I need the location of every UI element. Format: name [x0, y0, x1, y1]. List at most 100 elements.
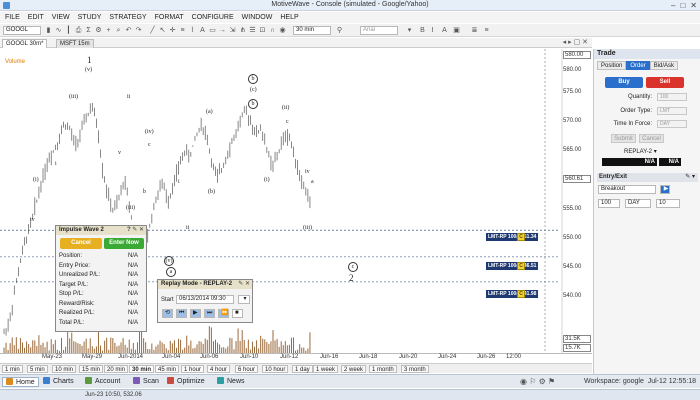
timeframe-10-min[interactable]: 10 min	[52, 365, 77, 373]
wave-label[interactable]: 1	[87, 55, 92, 65]
menu-file[interactable]: FILE	[5, 12, 20, 23]
panel-tools-icon[interactable]: ✎ ✕	[238, 280, 250, 289]
replay-step-icon[interactable]: ⏭	[204, 309, 215, 318]
wave-label[interactable]: i	[55, 161, 57, 167]
cancel-order-button[interactable]: Cancel	[639, 134, 664, 143]
tab-msft[interactable]: MSFT 15m	[56, 39, 94, 48]
menu-strategy[interactable]: STRATEGY	[109, 12, 146, 23]
wave-label[interactable]: b	[143, 189, 146, 195]
buy-button[interactable]: Buy	[605, 77, 643, 88]
crosshair-icon[interactable]: ✛	[168, 26, 177, 35]
settings-icon[interactable]: ⚙	[94, 26, 103, 35]
text-tool-icon[interactable]: A	[198, 26, 207, 35]
chart-options-icon[interactable]: ☰	[248, 26, 257, 35]
replay-play-icon[interactable]: ▶	[190, 309, 201, 318]
tab-bid-ask[interactable]: Bid/Ask	[649, 61, 679, 70]
draw-line-icon[interactable]: ╱	[148, 26, 157, 35]
arrow-icon[interactable]: →	[218, 26, 227, 35]
timeframe-4-hour[interactable]: 4 hour	[207, 365, 231, 373]
entry-ticks-field[interactable]: 10	[656, 199, 680, 208]
timeframe-1-week[interactable]: 1 week	[313, 365, 339, 373]
wave-label-circle[interactable]: a	[166, 267, 176, 277]
timeframe-10-hour[interactable]: 10 hour	[262, 365, 289, 373]
pitchfork-icon[interactable]: ⋔	[238, 26, 247, 35]
plus-icon[interactable]: +	[104, 26, 113, 35]
align-left-icon[interactable]: ≣	[470, 26, 479, 35]
italic-icon[interactable]: I	[428, 26, 437, 35]
order-cancel-icon[interactable]: C	[517, 233, 525, 241]
bold-icon[interactable]: B	[418, 26, 427, 35]
wave-label[interactable]: (v)	[85, 67, 92, 73]
cancel-button[interactable]: Cancel	[60, 238, 102, 249]
magnet-icon[interactable]: ∩	[268, 26, 277, 35]
timeframe-1-month[interactable]: 1 month	[369, 365, 397, 373]
zoom-icon[interactable]: ⌕	[114, 26, 123, 35]
account-select[interactable]: REPLAY-2 ▾	[624, 148, 657, 155]
order-type-select[interactable]: LMT	[657, 107, 687, 115]
strategy-select[interactable]: Breakout	[598, 185, 656, 194]
strategy-play-icon[interactable]: ▶	[660, 185, 670, 194]
wave-label[interactable]: v	[118, 150, 121, 156]
timeframe-2-week[interactable]: 2 week	[341, 365, 367, 373]
lock-icon[interactable]: ⊡	[258, 26, 267, 35]
timeframe-1-hour[interactable]: 1 hour	[181, 365, 205, 373]
bar-chart-icon[interactable]: ▮	[44, 26, 53, 35]
menu-study[interactable]: STUDY	[78, 12, 102, 23]
menu-window[interactable]: WINDOW	[242, 12, 273, 23]
measure-icon[interactable]: ⇲	[228, 26, 237, 35]
start-dropdown-icon[interactable]: ▾	[238, 295, 250, 304]
wave-label-circle[interactable]: c	[348, 262, 358, 272]
wave-label-circle[interactable]: b	[248, 99, 258, 109]
tif-select[interactable]: DAY	[657, 120, 687, 128]
wave-label[interactable]: c	[286, 119, 289, 125]
wave-label[interactable]: ii	[127, 94, 130, 100]
timeframe-20-min[interactable]: 20 min	[104, 365, 129, 373]
wave-label[interactable]: iv	[305, 169, 310, 175]
redo-icon[interactable]: ↷	[134, 26, 143, 35]
entry-tif-select[interactable]: DAY	[625, 199, 651, 208]
wave-label[interactable]: iv	[30, 217, 35, 223]
submit-button[interactable]: Submit	[611, 134, 636, 143]
candle-icon[interactable]: ┃	[64, 26, 73, 35]
close-icon[interactable]: ✕	[690, 1, 697, 10]
entry-qty-field[interactable]: 100	[598, 199, 620, 208]
timeframe-1-day[interactable]: 1 day	[292, 365, 313, 373]
nav-charts[interactable]: Charts	[40, 377, 77, 387]
timeframe-15-min[interactable]: 15 min	[79, 365, 104, 373]
wave-label[interactable]: 2	[349, 273, 354, 283]
timeframe-45-min[interactable]: 45 min	[155, 365, 180, 373]
timeframe-5-min[interactable]: 5 min	[27, 365, 48, 373]
order-line-label[interactable]: LMT-RP 100@551.34	[486, 233, 539, 241]
menu-configure[interactable]: CONFIGURE	[192, 12, 234, 23]
timeframe-3-month[interactable]: 3 month	[401, 365, 429, 373]
print-icon[interactable]: ⎙	[74, 26, 83, 35]
enter-now-button[interactable]: Enter Now	[104, 238, 144, 249]
study-icon[interactable]: Σ	[84, 26, 93, 35]
panel-tools-icon[interactable]: ? ✎ ✕	[127, 226, 144, 235]
timeframe-select[interactable]: 30 min	[293, 26, 331, 35]
eye-icon[interactable]: ◉	[278, 26, 287, 35]
wave-label[interactable]: (i)	[33, 177, 39, 183]
cursor-icon[interactable]: ↖	[158, 26, 167, 35]
nav-news[interactable]: News	[214, 377, 248, 387]
quantity-field[interactable]: 100	[657, 93, 687, 101]
tab-googl[interactable]: GOOGL 30m*	[2, 39, 48, 48]
wave-label-circle[interactable]: b	[248, 74, 258, 84]
menu-view[interactable]: VIEW	[52, 12, 70, 23]
tab-position[interactable]: Position	[597, 61, 627, 70]
text-color-icon[interactable]: A	[440, 26, 449, 35]
wave-label[interactable]: (i)	[264, 177, 270, 183]
shape-icon[interactable]: ▭	[208, 26, 217, 35]
wave-label[interactable]: (iii)	[69, 94, 78, 100]
order-line-label[interactable]: LMT-RP 100@541.98	[486, 290, 539, 298]
menu-help[interactable]: HELP	[280, 12, 298, 23]
timeframe-1-min[interactable]: 1 min	[2, 365, 23, 373]
wave-label-circle[interactable]: (v)	[164, 256, 174, 266]
fib-icon[interactable]: ≡	[178, 26, 187, 35]
align-center-icon[interactable]: ≡	[482, 26, 491, 35]
undo-icon[interactable]: ↶	[124, 26, 133, 35]
wave-label[interactable]: a	[311, 179, 314, 185]
font-select[interactable]: Arial	[360, 26, 398, 35]
sell-button[interactable]: Sell	[646, 77, 684, 88]
nav-home[interactable]: Home	[2, 377, 39, 387]
